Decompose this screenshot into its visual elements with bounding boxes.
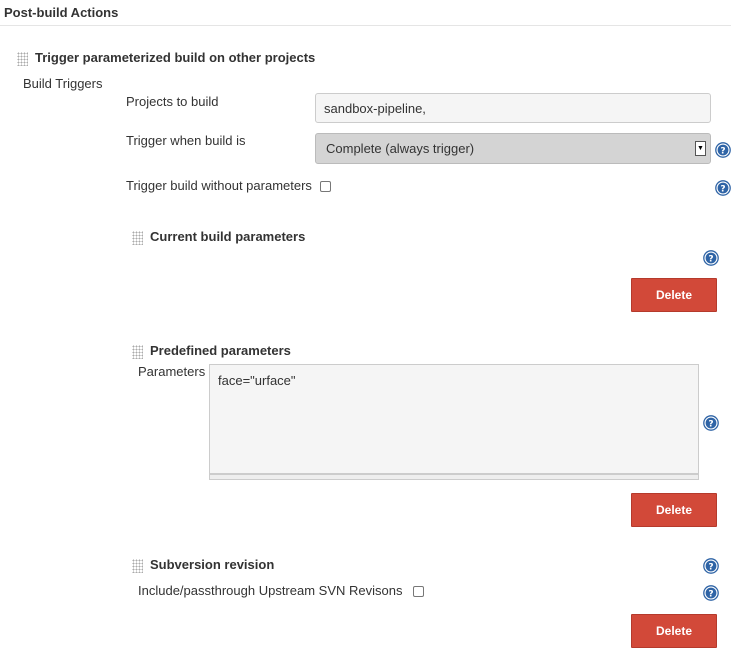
section-divider	[0, 25, 731, 26]
delete-button[interactable]: Delete	[631, 493, 717, 527]
predefined-params-title: Predefined parameters	[150, 343, 291, 358]
trigger-when-select[interactable]: Complete (always trigger) ▼	[315, 133, 711, 164]
delete-button[interactable]: Delete	[631, 278, 717, 312]
parameters-textarea[interactable]: face="urface"	[209, 364, 699, 474]
include-svn-label: Include/passthrough Upstream SVN Revison…	[138, 583, 403, 598]
drag-handle-icon[interactable]	[132, 559, 143, 573]
help-icon[interactable]	[703, 585, 719, 601]
help-icon[interactable]	[715, 180, 731, 196]
current-build-params-title: Current build parameters	[150, 229, 306, 244]
projects-to-build-input[interactable]: sandbox-pipeline,	[315, 93, 711, 123]
drag-handle-icon[interactable]	[132, 345, 143, 359]
help-icon[interactable]	[715, 142, 731, 158]
subversion-revision-title: Subversion revision	[150, 557, 275, 572]
drag-handle-icon[interactable]	[132, 231, 143, 245]
trigger-block-title: Trigger parameterized build on other pro…	[35, 50, 316, 65]
trigger-without-params-label: Trigger build without parameters	[126, 178, 312, 193]
section-title: Post-build Actions	[4, 5, 119, 20]
parameters-label: Parameters	[138, 364, 206, 379]
chevron-down-icon[interactable]: ▼	[695, 141, 706, 156]
trigger-without-params-checkbox[interactable]	[320, 181, 331, 192]
projects-to-build-label: Projects to build	[126, 94, 219, 109]
build-triggers-label: Build Triggers	[23, 76, 103, 91]
drag-handle-icon[interactable]	[17, 52, 28, 66]
trigger-when-selected-value: Complete (always trigger)	[326, 141, 475, 156]
help-icon[interactable]	[703, 415, 719, 431]
delete-button[interactable]: Delete	[631, 614, 717, 648]
include-svn-checkbox[interactable]	[413, 586, 424, 597]
help-icon[interactable]	[703, 558, 719, 574]
textarea-resize-handle[interactable]	[209, 474, 699, 480]
trigger-when-label: Trigger when build is	[126, 133, 246, 148]
help-icon[interactable]	[703, 250, 719, 266]
